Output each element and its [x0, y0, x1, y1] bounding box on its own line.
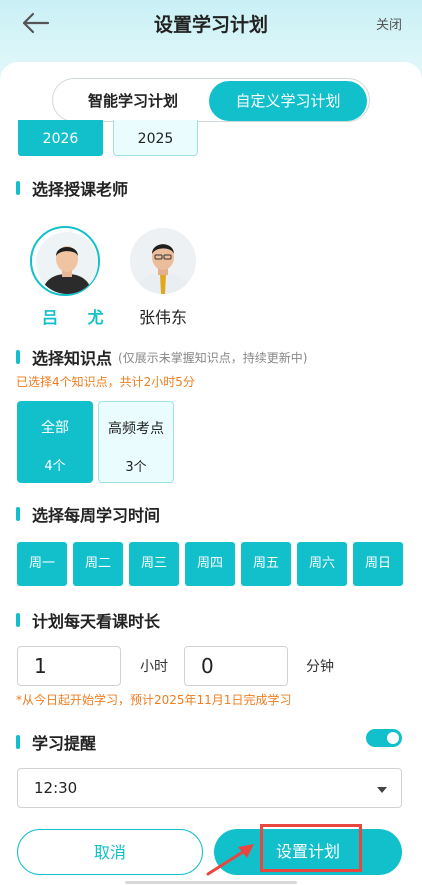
set-plan-button[interactable]: 设置计划 — [214, 829, 402, 875]
teacher-section-title: 选择授课老师 — [16, 176, 128, 200]
day-tue[interactable]: 周二 — [73, 542, 123, 586]
section-title-text: 选择授课老师 — [32, 180, 129, 199]
section-title-text: 计划每天看课时长 — [32, 612, 161, 631]
minutes-input[interactable]: 0 — [184, 646, 288, 686]
teacher-name: 吕 尤 — [42, 308, 116, 327]
selected-time: 12:30 — [34, 779, 78, 797]
teacher-name: 张伟东 — [138, 308, 187, 327]
page-title: 设置学习计划 — [153, 14, 268, 36]
reminder-time-select[interactable]: 12:30 — [17, 768, 402, 808]
knowledge-section-title: 选择知识点 (仅展示未掌握知识点，持续更新中) — [16, 345, 307, 369]
section-marker — [16, 181, 20, 195]
teacher-avatar-icon — [36, 232, 98, 294]
knowledge-option-frequent[interactable]: 高频考点 3个 — [98, 401, 174, 483]
reminder-section-title: 学习提醒 — [16, 730, 96, 754]
teacher-avatar-icon — [130, 228, 196, 294]
year-option-2025[interactable]: 2025 — [113, 120, 198, 156]
teacher-option-lv[interactable]: 吕 尤 — [30, 226, 116, 328]
teacher-option-zhang[interactable]: 张伟东 — [128, 226, 198, 328]
hours-unit: 小时 — [140, 659, 168, 675]
section-marker — [16, 735, 20, 749]
option-label: 高频考点 — [108, 421, 164, 437]
section-title-text: 学习提醒 — [32, 734, 97, 753]
reminder-toggle[interactable] — [366, 729, 402, 747]
knowledge-summary: 已选择4个知识点，共计2小时5分 — [16, 375, 195, 389]
knowledge-note: (仅展示未掌握知识点，持续更新中) — [118, 350, 308, 365]
day-wed[interactable]: 周三 — [129, 542, 179, 586]
arrow-left-icon — [22, 12, 50, 34]
section-title-text: 选择每周学习时间 — [32, 506, 161, 525]
day-sun[interactable]: 周日 — [353, 542, 403, 586]
avatar — [30, 226, 100, 296]
section-marker — [16, 613, 20, 627]
day-thu[interactable]: 周四 — [185, 542, 235, 586]
minutes-unit: 分钟 — [306, 659, 334, 675]
plan-type-tabs: 智能学习计划 自定义学习计划 — [52, 78, 370, 122]
chevron-down-icon — [377, 787, 387, 793]
day-sat[interactable]: 周六 — [297, 542, 347, 586]
option-count: 4个 — [44, 459, 66, 474]
day-fri[interactable]: 周五 — [241, 542, 291, 586]
duration-section-title: 计划每天看课时长 — [16, 608, 160, 632]
section-marker — [16, 350, 20, 364]
knowledge-option-all[interactable]: 全部 4个 — [17, 401, 93, 483]
close-button[interactable]: 关闭 — [376, 14, 402, 33]
avatar — [128, 226, 198, 296]
year-option-2026[interactable]: 2026 — [18, 120, 103, 156]
section-marker — [16, 507, 20, 521]
day-mon[interactable]: 周一 — [17, 542, 67, 586]
cancel-button[interactable]: 取消 — [17, 829, 203, 875]
weekday-section-title: 选择每周学习时间 — [16, 502, 160, 526]
toggle-knob — [387, 732, 399, 744]
home-indicator — [125, 881, 297, 884]
tab-custom-plan[interactable]: 自定义学习计划 — [209, 81, 367, 121]
hours-input[interactable]: 1 — [17, 646, 121, 686]
completion-hint: *从今日起开始学习，预计2025年11月1日完成学习 — [16, 693, 292, 707]
option-label: 全部 — [41, 420, 69, 436]
option-count: 3个 — [125, 460, 147, 475]
tab-smart-plan[interactable]: 智能学习计划 — [63, 81, 203, 121]
section-title-text: 选择知识点 — [32, 349, 113, 368]
back-button[interactable] — [20, 8, 52, 38]
